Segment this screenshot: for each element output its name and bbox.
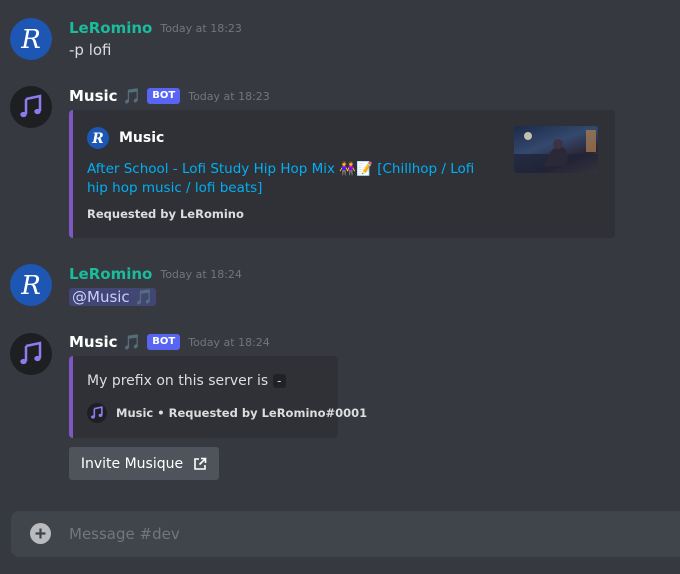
r-logo-icon: R [91,131,104,147]
music-note-icon: 🎵 [134,288,154,306]
user-mention[interactable]: @Music 🎵 [69,288,157,306]
bot-avatar[interactable] [10,86,52,128]
message-header: LeRomino Today at 18:23 [69,19,242,37]
embed-description: My prefix on this server is - [87,373,286,389]
r-logo-icon: R [20,271,41,301]
embed-author-avatar: R [87,127,109,149]
music-notes-icon [20,341,42,365]
embed-author-name: Music [119,130,165,146]
invite-button-label: Invite Musique [80,455,184,472]
svg-text:R: R [91,131,104,147]
footer-bot-avatar [87,403,107,423]
prefix-code: - [272,374,286,388]
r-logo-icon: R [20,25,41,55]
message-text: -p lofi [69,41,112,59]
embed-footer-text: Music • Requested by LeRomino#0001 [116,406,368,420]
message-input[interactable] [69,523,629,545]
embed-title-link[interactable]: After School - Lofi Study Hip Hop Mix 👭📝… [87,160,487,198]
timestamp: Today at 18:23 [160,21,242,35]
message-header: Music 🎵 BOT Today at 18:23 [69,87,270,105]
username[interactable]: LeRomino [69,19,152,37]
invite-musique-button[interactable]: Invite Musique [69,447,219,480]
plus-circle-icon[interactable] [30,523,51,544]
embed: R Music After School - Lofi Study Hip Ho… [69,110,615,238]
music-notes-icon [91,406,103,419]
svg-text:R: R [20,25,41,55]
music-note-icon: 🎵 [122,333,142,351]
embed-footer: Requested by LeRomino [87,207,244,221]
timestamp: Today at 18:23 [188,89,270,103]
bot-tag: BOT [147,334,181,350]
embed: My prefix on this server is - Music • Re… [69,356,367,438]
username[interactable]: LeRomino [69,265,152,283]
embed-footer: Music • Requested by LeRomino#0001 [87,403,367,423]
embed-author: R Music [87,127,164,149]
embed-description-text: My prefix on this server is [87,373,269,389]
music-note-icon: 🎵 [122,87,142,105]
message-composer [11,511,680,557]
message-header: Music 🎵 BOT Today at 18:24 [69,333,270,351]
bot-avatar[interactable] [10,333,52,375]
username[interactable]: Music [69,87,118,105]
thumbnail-image-icon [514,130,598,173]
username[interactable]: Music [69,333,118,351]
bot-tag: BOT [147,88,181,104]
message-text: @Music 🎵 [69,288,157,306]
external-link-icon [194,457,207,470]
music-notes-icon [20,94,42,118]
user-avatar[interactable]: R [10,18,52,60]
mention-label: @Music [72,288,130,306]
user-avatar[interactable]: R [10,264,52,306]
timestamp: Today at 18:24 [160,267,242,281]
plus-icon [35,528,46,539]
timestamp: Today at 18:24 [188,335,270,349]
embed-thumbnail[interactable] [514,126,598,173]
message-header: LeRomino Today at 18:24 [69,265,242,283]
svg-text:R: R [20,271,41,301]
